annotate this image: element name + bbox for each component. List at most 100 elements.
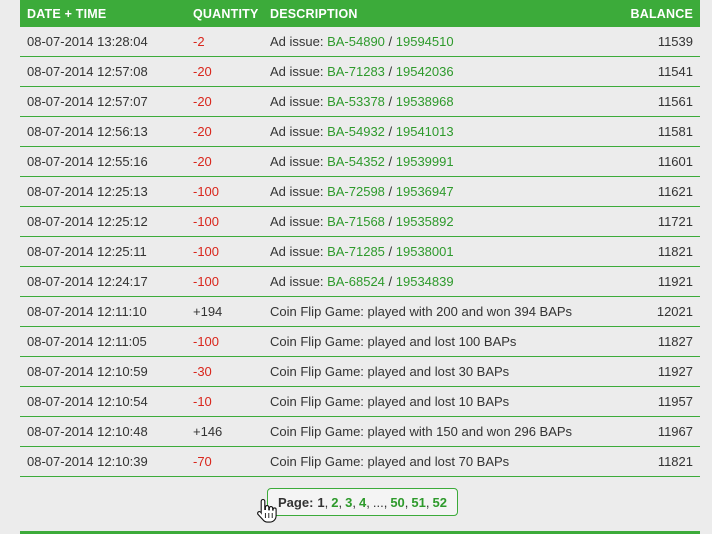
order-id-link[interactable]: 19536947 xyxy=(396,184,454,199)
cell-description: Ad issue: BA-72598 / 19536947 xyxy=(263,176,600,207)
cell-quantity: -100 xyxy=(186,206,263,237)
cell-date-time: 08-07-2014 12:10:59 xyxy=(20,356,186,387)
pagination-separator: , xyxy=(324,494,329,510)
pagination-label: Page: xyxy=(278,494,314,510)
cell-balance: 11539 xyxy=(600,27,700,57)
description-text: Coin Flip Game: played and lost 70 BAPs xyxy=(270,454,510,469)
table-row: 08-07-2014 12:10:48 +146 Coin Flip Game: p… xyxy=(20,416,700,447)
pagination-separator: , xyxy=(404,494,409,510)
description-text: Coin Flip Game: played and lost 10 BAPs xyxy=(270,394,510,409)
ad-id-link[interactable]: BA-54352 xyxy=(327,154,385,169)
link-separator: / xyxy=(384,244,396,259)
order-id-link[interactable]: 19534839 xyxy=(396,274,454,289)
description-text: Ad issue: xyxy=(270,124,328,139)
cell-quantity: +194 xyxy=(186,296,263,327)
description-text: Ad issue: xyxy=(270,94,328,109)
table-row: 08-07-2014 12:11:10 +194 Coin Flip Game: p… xyxy=(20,296,700,327)
table-row: 08-07-2014 12:57:08 -20 Ad issue: BA-71283… xyxy=(20,56,700,87)
cell-date-time: 08-07-2014 12:25:12 xyxy=(20,206,186,237)
description-text: Ad issue: xyxy=(270,64,328,79)
description-text: Coin Flip Game: played with 150 and won … xyxy=(270,424,573,439)
cell-description: Coin Flip Game: played with 200 and won … xyxy=(263,296,600,327)
cell-description: Ad issue: BA-54352 / 19539991 xyxy=(263,146,600,177)
ad-id-link[interactable]: BA-68524 xyxy=(327,274,385,289)
order-id-link[interactable]: 19535892 xyxy=(396,214,454,229)
cell-quantity: -20 xyxy=(186,86,263,117)
cell-description: Ad issue: BA-54890 / 19594510 xyxy=(263,27,600,57)
pagination-separator: , xyxy=(383,494,388,510)
page-link-52[interactable]: 52 xyxy=(433,495,447,510)
cell-quantity: -2 xyxy=(186,27,263,57)
pagination-separator: , xyxy=(366,494,370,510)
pagination-separator: , xyxy=(352,494,356,510)
cell-balance: 11721 xyxy=(600,206,700,237)
table-row: 08-07-2014 12:10:54 -10 Coin Flip Game: pl… xyxy=(20,386,700,417)
link-separator: / xyxy=(384,184,396,199)
page-link-51[interactable]: 51 xyxy=(411,495,425,510)
description-text: Coin Flip Game: played and lost 30 BAPs xyxy=(270,364,510,379)
cell-balance: 11541 xyxy=(600,56,700,87)
table-row: 08-07-2014 12:24:17 -100 Ad issue: BA-6852… xyxy=(20,266,700,297)
cell-date-time: 08-07-2014 12:10:48 xyxy=(20,416,186,447)
link-separator: / xyxy=(384,64,396,79)
cell-date-time: 08-07-2014 12:10:54 xyxy=(20,386,186,417)
cell-quantity: -10 xyxy=(186,386,263,417)
order-id-link[interactable]: 19594510 xyxy=(396,34,454,49)
transactions-table: DATE + TIME QUANTITY DESCRIPTION BALANCE… xyxy=(20,0,700,477)
page-link-4[interactable]: 4 xyxy=(359,495,366,510)
cell-balance: 11967 xyxy=(600,416,700,447)
cell-description: Coin Flip Game: played and lost 70 BAPs xyxy=(263,446,600,477)
ad-id-link[interactable]: BA-54890 xyxy=(327,34,385,49)
description-text: Ad issue: xyxy=(270,154,328,169)
cell-quantity: -100 xyxy=(186,266,263,297)
ad-id-link[interactable]: BA-53378 xyxy=(327,94,385,109)
cell-date-time: 08-07-2014 12:55:16 xyxy=(20,146,186,177)
order-id-link[interactable]: 19538968 xyxy=(396,94,454,109)
cell-balance: 11957 xyxy=(600,386,700,417)
cell-date-time: 08-07-2014 12:10:39 xyxy=(20,446,186,477)
ad-id-link[interactable]: BA-71285 xyxy=(327,244,385,259)
cell-balance: 12021 xyxy=(600,296,700,327)
pagination-separator: , xyxy=(338,494,343,510)
ad-id-link[interactable]: BA-54932 xyxy=(327,124,385,139)
cell-description: Coin Flip Game: played and lost 30 BAPs xyxy=(263,356,600,387)
link-separator: / xyxy=(384,274,396,289)
cell-description: Coin Flip Game: played and lost 10 BAPs xyxy=(263,386,600,417)
ad-id-link[interactable]: BA-71568 xyxy=(327,214,385,229)
ad-id-link[interactable]: BA-71283 xyxy=(327,64,385,79)
cell-date-time: 08-07-2014 12:24:17 xyxy=(20,266,186,297)
table-row: 08-07-2014 12:25:12 -100 Ad issue: BA-7156… xyxy=(20,206,700,237)
cell-date-time: 08-07-2014 12:25:11 xyxy=(20,236,186,267)
cell-quantity: -20 xyxy=(186,56,263,87)
transaction-history: DATE + TIME QUANTITY DESCRIPTION BALANCE… xyxy=(20,0,700,477)
hand-pointer-icon xyxy=(257,498,277,523)
order-id-link[interactable]: 19542036 xyxy=(396,64,454,79)
page-link-3[interactable]: 3 xyxy=(345,495,352,510)
order-id-link[interactable]: 19538001 xyxy=(396,244,454,259)
pagination: Page: 1, 2, 3, 4,..., 50, 51, 52 xyxy=(267,488,458,516)
pagination-ellipsis: ... xyxy=(372,494,384,510)
cell-date-time: 08-07-2014 12:11:10 xyxy=(20,296,186,327)
cell-date-time: 08-07-2014 12:11:05 xyxy=(20,326,186,357)
table-row: 08-07-2014 12:25:13 -100 Ad issue: BA-7259… xyxy=(20,176,700,207)
table-row: 08-07-2014 12:25:11 -100 Ad issue: BA-7128… xyxy=(20,236,700,267)
cell-quantity: -100 xyxy=(186,236,263,267)
page-link-50[interactable]: 50 xyxy=(390,495,404,510)
description-text: Ad issue: xyxy=(270,184,328,199)
order-id-link[interactable]: 19539991 xyxy=(396,154,454,169)
cell-description: Ad issue: BA-54932 / 19541013 xyxy=(263,116,600,147)
cell-quantity: -20 xyxy=(186,146,263,177)
description-text: Coin Flip Game: played with 200 and won … xyxy=(270,304,573,319)
header-description: DESCRIPTION xyxy=(263,0,600,27)
ad-id-link[interactable]: BA-72598 xyxy=(327,184,385,199)
table-header-row: DATE + TIME QUANTITY DESCRIPTION BALANCE xyxy=(20,0,700,27)
cell-date-time: 08-07-2014 12:56:13 xyxy=(20,116,186,147)
table-row: 08-07-2014 12:57:07 -20 Ad issue: BA-53378… xyxy=(20,86,700,117)
cell-balance: 11601 xyxy=(600,146,700,177)
cell-quantity: -100 xyxy=(186,326,263,357)
table-row: 08-07-2014 12:56:13 -20 Ad issue: BA-54932… xyxy=(20,116,700,147)
cell-balance: 11921 xyxy=(600,266,700,297)
order-id-link[interactable]: 19541013 xyxy=(396,124,454,139)
page-link-2[interactable]: 2 xyxy=(331,495,338,510)
cell-balance: 11927 xyxy=(600,356,700,387)
